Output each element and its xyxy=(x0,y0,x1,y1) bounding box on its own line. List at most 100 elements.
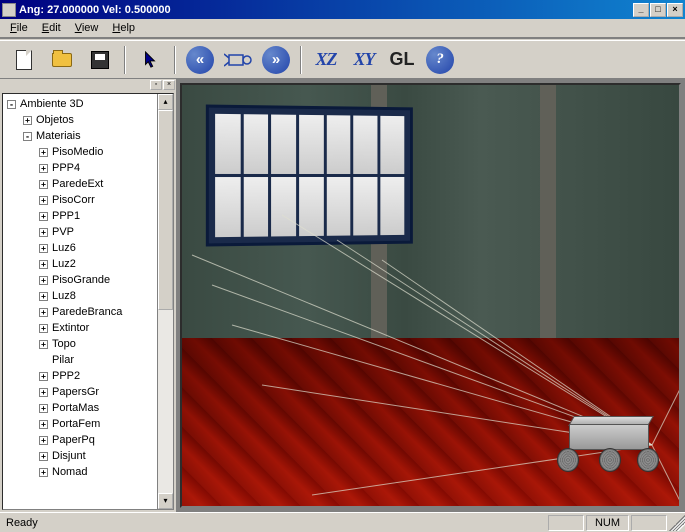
tree-item[interactable]: +PisoMedio xyxy=(3,144,173,160)
scroll-track[interactable] xyxy=(158,110,173,493)
tree-item-label: PapersGr xyxy=(52,384,99,400)
expand-toggle[interactable]: + xyxy=(39,292,48,301)
tree-item[interactable]: +Objetos xyxy=(3,112,173,128)
camera-button[interactable] xyxy=(220,44,256,76)
xz-button[interactable]: XZ xyxy=(308,44,344,76)
tree-item[interactable]: + PortaMas xyxy=(3,400,173,416)
expand-toggle[interactable]: + xyxy=(39,436,48,445)
tree-item[interactable]: + PisoCorr xyxy=(3,192,173,208)
expand-toggle[interactable]: + xyxy=(39,276,48,285)
expand-toggle[interactable]: + xyxy=(39,420,48,429)
tree-item[interactable]: +PPP2 xyxy=(3,368,173,384)
forward-icon: » xyxy=(262,46,290,74)
forward-button[interactable]: » xyxy=(258,44,294,76)
expand-toggle[interactable]: + xyxy=(39,468,48,477)
tree-item[interactable]: +ParedeBranca xyxy=(3,304,173,320)
minimize-button[interactable]: _ xyxy=(633,3,649,17)
expand-toggle[interactable]: + xyxy=(39,324,48,333)
expand-toggle[interactable]: + xyxy=(39,196,48,205)
collapse-toggle[interactable]: - xyxy=(7,100,16,109)
xy-icon: XY xyxy=(353,49,374,70)
expand-toggle[interactable]: + xyxy=(39,212,48,221)
tree-item[interactable]: + PapersGr xyxy=(3,384,173,400)
expand-toggle[interactable]: + xyxy=(39,228,48,237)
collapse-toggle[interactable]: - xyxy=(23,132,32,141)
expand-toggle[interactable]: + xyxy=(39,244,48,253)
viewport-3d[interactable] xyxy=(180,83,681,508)
statusbar: Ready NUM xyxy=(0,512,685,532)
tree-item[interactable]: +Luz2 xyxy=(3,256,173,272)
tree-item[interactable]: +Topo xyxy=(3,336,173,352)
expand-toggle[interactable]: + xyxy=(39,148,48,157)
help-button[interactable]: ? xyxy=(422,44,458,76)
maximize-button[interactable]: □ xyxy=(650,3,666,17)
menu-edit[interactable]: Edit xyxy=(36,20,67,36)
open-button[interactable] xyxy=(44,44,80,76)
titlebar: Ang: 27.000000 Vel: 0.500000 _ □ × xyxy=(0,0,685,19)
panel-pin-button[interactable]: ▫ xyxy=(150,80,162,90)
menu-view[interactable]: View xyxy=(69,20,105,36)
xy-button[interactable]: XY xyxy=(346,44,382,76)
scroll-down-button[interactable]: ▾ xyxy=(158,493,173,509)
pointer-button[interactable] xyxy=(132,44,168,76)
tree-panel: ▫ × -Ambiente 3D+Objetos-Materiais+PisoM… xyxy=(0,79,178,512)
scroll-thumb[interactable] xyxy=(158,110,173,310)
expand-toggle[interactable]: + xyxy=(23,116,32,125)
tree-item[interactable]: +Disjunt xyxy=(3,448,173,464)
tree-item[interactable]: +Luz6 xyxy=(3,240,173,256)
expand-toggle[interactable]: + xyxy=(39,452,48,461)
toolbar: « » XZ XY GL ? xyxy=(0,41,685,79)
expand-toggle[interactable]: + xyxy=(39,340,48,349)
tree-item[interactable]: +PPP4 xyxy=(3,160,173,176)
expand-toggle[interactable]: + xyxy=(39,260,48,269)
new-button[interactable] xyxy=(6,44,42,76)
tree-item-label: PortaMas xyxy=(52,400,99,416)
tree-item[interactable]: + Extintor xyxy=(3,320,173,336)
tree-view[interactable]: -Ambiente 3D+Objetos-Materiais+PisoMedio… xyxy=(2,93,174,510)
resize-grip[interactable] xyxy=(669,515,685,531)
tree-item[interactable]: Pilar xyxy=(3,352,173,368)
tree-item[interactable]: + ParedeExt xyxy=(3,176,173,192)
tree-item-label: PisoGrande xyxy=(52,272,110,288)
toolbar-separator xyxy=(174,46,176,74)
scroll-up-button[interactable]: ▴ xyxy=(158,94,173,110)
tree-item[interactable]: +PVP xyxy=(3,224,173,240)
tree-item-label: Nomad xyxy=(52,464,87,480)
expand-toggle[interactable]: + xyxy=(39,372,48,381)
status-pane xyxy=(631,515,667,531)
toolbar-separator xyxy=(300,46,302,74)
app-icon xyxy=(2,3,16,17)
menu-file[interactable]: File xyxy=(4,20,34,36)
tree-item[interactable]: -Materiais xyxy=(3,128,173,144)
gl-button[interactable]: GL xyxy=(384,44,420,76)
rewind-button[interactable]: « xyxy=(182,44,218,76)
menu-help[interactable]: Help xyxy=(106,20,141,36)
close-button[interactable]: × xyxy=(667,3,683,17)
panel-close-button[interactable]: × xyxy=(163,80,175,90)
tree-item[interactable]: -Ambiente 3D xyxy=(3,96,173,112)
tree-item-label: Ambiente 3D xyxy=(20,96,84,112)
toolbar-separator xyxy=(124,46,126,74)
expand-toggle[interactable]: + xyxy=(39,404,48,413)
expand-toggle[interactable]: + xyxy=(39,388,48,397)
tree-item[interactable]: +PortaFem xyxy=(3,416,173,432)
status-pane xyxy=(548,515,584,531)
tree-item-label: Luz8 xyxy=(52,288,76,304)
tree-item[interactable]: + PisoGrande xyxy=(3,272,173,288)
tree-item-label: Materiais xyxy=(36,128,81,144)
expand-toggle[interactable]: + xyxy=(39,308,48,317)
tree-item[interactable]: + Luz8 xyxy=(3,288,173,304)
expand-toggle[interactable]: + xyxy=(39,164,48,173)
save-button[interactable] xyxy=(82,44,118,76)
camera-icon xyxy=(224,50,252,70)
tree-item-label: PisoCorr xyxy=(52,192,95,208)
help-icon: ? xyxy=(426,46,454,74)
expand-toggle[interactable]: + xyxy=(39,180,48,189)
tree-item[interactable]: +PaperPq xyxy=(3,432,173,448)
tree-item[interactable]: + Nomad xyxy=(3,464,173,480)
tree-item[interactable]: +PPP1 xyxy=(3,208,173,224)
tree-item-label: ParedeExt xyxy=(52,176,103,192)
gl-icon: GL xyxy=(390,49,415,70)
tree-item-label: Extintor xyxy=(52,320,89,336)
scrollbar-vertical[interactable]: ▴ ▾ xyxy=(157,94,173,509)
